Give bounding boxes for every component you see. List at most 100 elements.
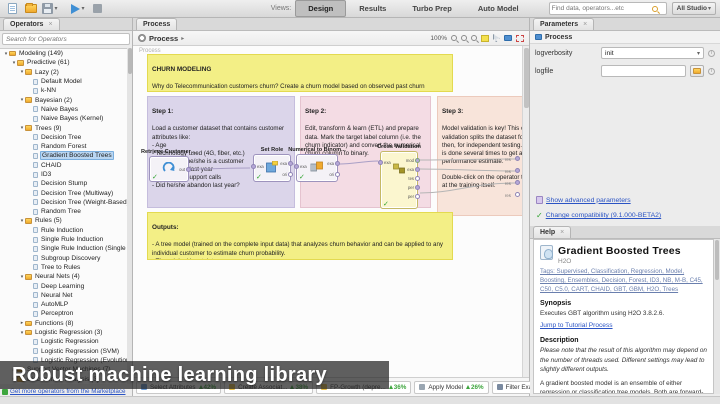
help-scrollbar[interactable]: [714, 239, 720, 394]
tree-item[interactable]: CHAID: [0, 161, 127, 170]
tree-item[interactable]: ▾ Lazy (2): [0, 68, 127, 77]
result-port-3[interactable]: [515, 180, 520, 185]
logfile-browse-button[interactable]: [690, 65, 704, 77]
select-tool-icon[interactable]: [493, 34, 500, 42]
port-exa-out[interactable]: [288, 161, 293, 166]
view-tab-auto-model[interactable]: Auto Model: [465, 0, 532, 17]
logfile-input[interactable]: [601, 65, 686, 77]
process-tab[interactable]: Process: [136, 18, 177, 30]
tree-item[interactable]: Decision Tree: [0, 133, 127, 142]
tree-item[interactable]: Subgroup Discovery: [0, 254, 127, 263]
operator-set-role[interactable]: Set Role ✓ exa exa ori: [253, 154, 291, 182]
port-exa-in[interactable]: [378, 160, 383, 165]
tree-item[interactable]: ▾ Rules (5): [0, 216, 127, 225]
jump-to-tutorial-link[interactable]: Jump to Tutorial Process: [540, 322, 613, 329]
port-exa-out[interactable]: [335, 161, 340, 166]
tree-item[interactable]: Decision Stump: [0, 179, 127, 188]
parameters-tab[interactable]: Parameters ×: [533, 18, 594, 30]
port-per-out[interactable]: [415, 185, 420, 190]
close-icon[interactable]: ×: [48, 21, 52, 28]
tree-item[interactable]: ▾ Modeling (149): [0, 49, 127, 58]
operator-numerical-to-binominal[interactable]: Numerical to Binom... ✓ exa exa ori: [296, 154, 338, 182]
note-outputs[interactable]: Outputs: - A tree model (trained on the …: [147, 212, 453, 260]
tree-item[interactable]: ▾ Predictive (61): [0, 58, 127, 67]
tree-item[interactable]: ▾ Trees (9): [0, 123, 127, 132]
note-churn-modeling[interactable]: CHURN MODELING Why do Telecommunication …: [147, 54, 453, 92]
tree-item[interactable]: Random Tree: [0, 207, 127, 216]
info-icon[interactable]: i: [708, 50, 715, 57]
tree-item[interactable]: Default Model: [0, 77, 127, 86]
operator-cross-validation[interactable]: Cross Validation ✓ exa mod exa tes per p…: [380, 151, 418, 209]
auto-wire-icon[interactable]: [504, 35, 512, 41]
tree-item[interactable]: Single Rule Induction (Single Attribute): [0, 244, 127, 253]
port-ori-out[interactable]: [335, 172, 340, 177]
view-tab-design[interactable]: Design: [295, 0, 346, 17]
run-button[interactable]: ▾: [70, 2, 86, 16]
help-scrollbar-thumb[interactable]: [715, 240, 719, 280]
tree-item[interactable]: ▾ Neural Nets (4): [0, 272, 127, 281]
run-dropdown-icon[interactable]: ▾: [81, 5, 84, 12]
view-tab-turbo-prep[interactable]: Turbo Prep: [399, 0, 464, 17]
port-mod-out[interactable]: [415, 158, 420, 163]
tree-item[interactable]: Tree to Rules: [0, 263, 127, 272]
process-canvas[interactable]: Process CHURN MODELING Why do Telecommun…: [133, 46, 522, 377]
tree-item[interactable]: ID3: [0, 170, 127, 179]
result-port-4[interactable]: [515, 192, 520, 197]
tree-item[interactable]: ▾ Logistic Regression (3): [0, 328, 127, 337]
tree-item[interactable]: Deep Learning: [0, 281, 127, 290]
operators-tab[interactable]: Operators ×: [3, 18, 60, 30]
note-step3[interactable]: Step 3: Model validation is key! This cr…: [437, 96, 522, 216]
tree-item[interactable]: AutoMLP: [0, 300, 127, 309]
recommended-operator[interactable]: Apply Model 26%: [414, 381, 488, 394]
info-icon[interactable]: i: [708, 68, 715, 75]
port-ori-out[interactable]: [288, 172, 293, 177]
stop-button[interactable]: [89, 2, 105, 16]
tree-item[interactable]: ▸ Functions (8): [0, 319, 127, 328]
add-note-icon[interactable]: [481, 35, 489, 42]
global-search[interactable]: [549, 2, 667, 15]
operator-search-input[interactable]: [6, 36, 126, 43]
canvas-scrollbar-thumb[interactable]: [524, 48, 529, 108]
open-button[interactable]: [23, 2, 39, 16]
search-icon[interactable]: [652, 6, 658, 12]
canvas-scrollbar[interactable]: [522, 46, 529, 377]
save-dropdown-icon[interactable]: ▾: [54, 5, 57, 12]
port-out[interactable]: [186, 167, 191, 172]
result-port-2[interactable]: [515, 168, 520, 173]
new-process-button[interactable]: [4, 2, 20, 16]
help-tab[interactable]: Help ×: [533, 226, 571, 238]
port-exa-out[interactable]: [415, 167, 420, 172]
tree-item[interactable]: Naive Bayes: [0, 105, 127, 114]
close-icon[interactable]: ×: [583, 21, 587, 28]
zoom-fit-icon[interactable]: [471, 35, 477, 41]
tree-item[interactable]: Logistic Regression: [0, 337, 127, 346]
save-button[interactable]: ▾: [42, 2, 58, 16]
tree-item[interactable]: Naive Bayes (Kernel): [0, 114, 127, 123]
operator-retrieve-customer[interactable]: Retrieve Customer ... ✓ out: [149, 156, 189, 182]
zoom-in-icon[interactable]: [461, 35, 467, 41]
tree-item[interactable]: Decision Tree (Weight-Based): [0, 198, 127, 207]
tree-scrollbar-thumb[interactable]: [128, 48, 132, 74]
logverbosity-select[interactable]: init ▾: [601, 47, 704, 59]
global-search-input[interactable]: [552, 5, 652, 12]
change-compatibility-link[interactable]: Change compatibility (9.1.000-BETA2): [546, 212, 661, 219]
marketplace-link[interactable]: Get more operators from the Marketplace: [10, 388, 126, 395]
port-per2-out[interactable]: [415, 194, 420, 199]
tree-item[interactable]: Neural Net: [0, 291, 127, 300]
port-tes-out[interactable]: [415, 176, 420, 181]
tree-item[interactable]: k-NN: [0, 86, 127, 95]
close-icon[interactable]: ×: [560, 229, 564, 236]
tree-item[interactable]: Perceptron: [0, 309, 127, 318]
tree-item[interactable]: Rule Induction: [0, 226, 127, 235]
show-order-icon[interactable]: [516, 35, 524, 42]
help-tags[interactable]: Tags: Supervised, Classification, Regres…: [540, 268, 707, 295]
port-exa-in[interactable]: [251, 164, 256, 169]
result-port-1[interactable]: [515, 156, 520, 161]
zoom-out-icon[interactable]: [451, 35, 457, 41]
port-exa-in[interactable]: [294, 164, 299, 169]
tree-item[interactable]: Logistic Regression (SVM): [0, 347, 127, 356]
tree-item[interactable]: Single Rule Induction: [0, 235, 127, 244]
tree-item[interactable]: Gradient Boosted Trees: [0, 151, 127, 160]
tree-item[interactable]: Decision Tree (Multiway): [0, 188, 127, 197]
tree-scrollbar[interactable]: [127, 48, 132, 384]
